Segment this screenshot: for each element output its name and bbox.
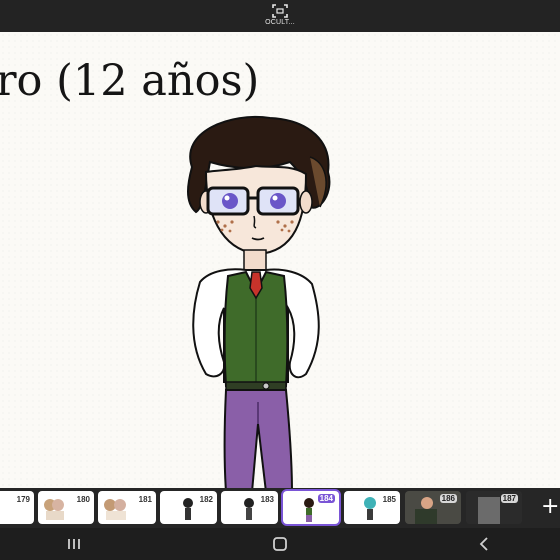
frame-number: 182 <box>199 495 213 504</box>
top-bar: OCULT... <box>0 0 560 32</box>
fullscreen-icon <box>272 4 288 18</box>
character-drawing <box>187 116 331 488</box>
hide-ui-button[interactable]: OCULT... <box>258 2 302 30</box>
frame-number: 187 <box>500 494 518 503</box>
system-navigation-bar <box>0 528 560 560</box>
frame-number: 184 <box>317 494 335 503</box>
frame-thumbnail[interactable]: 187 <box>466 491 522 524</box>
frame-number: 185 <box>382 495 396 504</box>
frame-number: 179 <box>16 495 30 504</box>
frame-thumbnail[interactable]: 180 <box>38 491 94 524</box>
frame-filmstrip: 179 180 181 182 183 184 185 186 187 + <box>0 488 560 528</box>
back-button[interactable] <box>470 534 498 554</box>
frame-number: 181 <box>138 495 152 504</box>
canvas-caption: ro (12 años) <box>0 56 260 106</box>
frame-number: 186 <box>439 494 457 503</box>
frame-thumbnail[interactable]: 185 <box>344 491 400 524</box>
back-icon <box>479 537 488 551</box>
frame-thumbnail[interactable]: 181 <box>98 491 156 524</box>
recents-button[interactable] <box>60 534 88 554</box>
drawing-canvas[interactable]: ro (12 años) <box>0 32 560 488</box>
frame-thumbnail[interactable]: 182 <box>160 491 217 524</box>
hide-ui-label: OCULT... <box>265 19 295 26</box>
frame-thumbnail-selected[interactable]: 184 <box>283 491 339 524</box>
recents-icon <box>68 539 80 549</box>
frame-number: 183 <box>260 495 274 504</box>
home-icon <box>273 537 287 551</box>
frame-thumbnail[interactable]: 183 <box>221 491 278 524</box>
frame-number: 180 <box>76 495 90 504</box>
frame-thumbnail[interactable]: 179 <box>0 491 34 524</box>
frame-thumbnail[interactable]: 186 <box>405 491 461 524</box>
home-button[interactable] <box>266 534 294 554</box>
add-frame-button[interactable]: + <box>541 496 560 520</box>
